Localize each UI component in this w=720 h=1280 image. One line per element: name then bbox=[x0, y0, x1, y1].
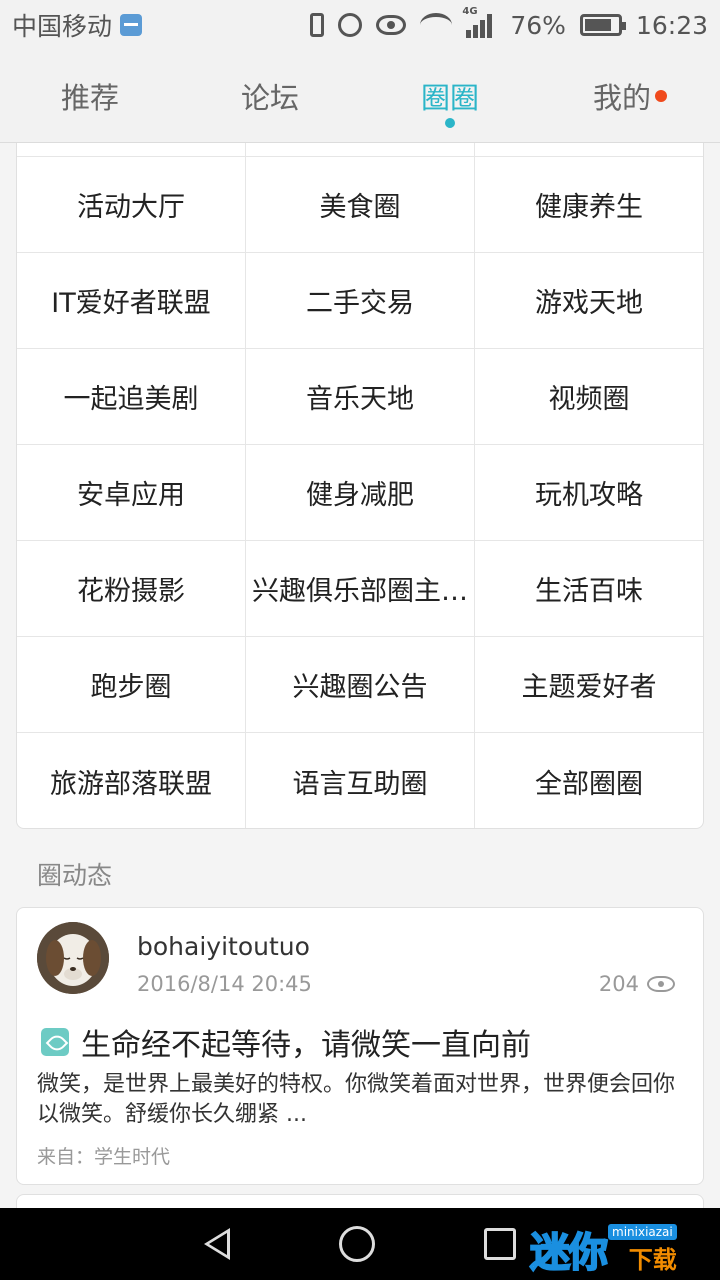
tab-label: 论坛 bbox=[240, 81, 299, 115]
circle-item-second-hand[interactable]: 二手交易 bbox=[246, 253, 475, 348]
carrier-group: 中国移动 bbox=[12, 7, 143, 43]
top-tabs: 推荐 论坛 圈圈 我的 bbox=[0, 50, 720, 143]
circle-item-it[interactable]: IT爱好者联盟 bbox=[17, 253, 246, 348]
view-count: 204 bbox=[599, 972, 675, 996]
clock: 16:23 bbox=[635, 10, 708, 40]
circle-item-language[interactable]: 语言互助圈 bbox=[246, 733, 475, 828]
circle-item-games[interactable]: 游戏天地 bbox=[475, 253, 703, 348]
circle-item-music[interactable]: 音乐天地 bbox=[246, 349, 475, 444]
notification-dot bbox=[655, 90, 667, 102]
watermark-top: minixiazai bbox=[608, 1223, 677, 1240]
circle-item-health[interactable]: 健康养生 bbox=[475, 157, 703, 252]
wifi-icon bbox=[420, 13, 453, 37]
watermark-logo: 迷你 minixiazai 下载 bbox=[529, 1218, 720, 1280]
back-icon[interactable] bbox=[204, 1228, 231, 1260]
home-icon[interactable] bbox=[338, 1226, 375, 1262]
circle-item-fitness[interactable]: 健身减肥 bbox=[246, 445, 475, 540]
circle-grid: 活动大厅 美食圈 健康养生 IT爱好者联盟 二手交易 游戏天地 一起追美剧 音乐… bbox=[16, 143, 704, 829]
avatar[interactable] bbox=[37, 922, 109, 994]
circle-item-themes[interactable]: 主题爱好者 bbox=[475, 637, 703, 732]
section-title: 圈动态 bbox=[37, 861, 113, 890]
battery-percent: 76% bbox=[510, 10, 566, 40]
tab-label: 我的 bbox=[592, 81, 651, 115]
grid-partial-row bbox=[17, 143, 703, 157]
battery-icon bbox=[579, 14, 626, 36]
status-icons: 4G 76% 16:23 bbox=[310, 6, 708, 40]
grid-row: 安卓应用 健身减肥 玩机攻略 bbox=[17, 445, 703, 541]
circle-item-travel[interactable]: 旅游部落联盟 bbox=[17, 733, 246, 828]
grid-row: IT爱好者联盟 二手交易 游戏天地 bbox=[17, 253, 703, 349]
circle-item-club-owners[interactable]: 兴趣俱乐部圈主… bbox=[246, 541, 475, 636]
health-app-icon bbox=[120, 14, 143, 36]
watermark-main: 迷你 bbox=[529, 1229, 609, 1277]
grid-row: 活动大厅 美食圈 健康养生 bbox=[17, 157, 703, 253]
tab-forum[interactable]: 论坛 bbox=[180, 50, 360, 142]
post-title[interactable]: 生命经不起等待，请微笑一直向前 bbox=[81, 1020, 531, 1064]
alarm-icon bbox=[338, 13, 363, 37]
post-time: 2016/8/14 20:45 bbox=[137, 972, 312, 996]
circle-item-phone-tips[interactable]: 玩机攻略 bbox=[475, 445, 703, 540]
post-author[interactable]: bohaiyitoutuo bbox=[137, 932, 310, 961]
circle-item-photography[interactable]: 花粉摄影 bbox=[17, 541, 246, 636]
watermark-box: minixiazai 下载 bbox=[608, 1223, 677, 1275]
circle-item-video[interactable]: 视频圈 bbox=[475, 349, 703, 444]
circle-item-tv-series[interactable]: 一起追美剧 bbox=[17, 349, 246, 444]
carrier-name: 中国移动 bbox=[12, 12, 113, 41]
network-type: 4G bbox=[462, 6, 478, 17]
signal-icon: 4G bbox=[462, 6, 496, 38]
circle-item-android-apps[interactable]: 安卓应用 bbox=[17, 445, 246, 540]
view-count-value: 204 bbox=[598, 972, 639, 996]
post-source[interactable]: 来自：学生时代 bbox=[37, 1142, 170, 1169]
recent-apps-icon[interactable] bbox=[483, 1228, 516, 1260]
post-excerpt: 微笑，是世界上最美好的特权。你微笑着面对世界，世界便会回你以微笑。舒缓你长久绷紧… bbox=[37, 1072, 676, 1127]
tab-mine[interactable]: 我的 bbox=[540, 50, 720, 142]
grid-row: 跑步圈 兴趣圈公告 主题爱好者 bbox=[17, 637, 703, 733]
circle-item-activity-hall[interactable]: 活动大厅 bbox=[17, 157, 246, 252]
grid-row: 花粉摄影 兴趣俱乐部圈主… 生活百味 bbox=[17, 541, 703, 637]
grid-row: 旅游部落联盟 语言互助圈 全部圈圈 bbox=[17, 733, 703, 828]
post-title-row: 生命经不起等待，请微笑一直向前 bbox=[41, 1020, 531, 1064]
circle-item-running[interactable]: 跑步圈 bbox=[17, 637, 246, 732]
circle-item-life[interactable]: 生活百味 bbox=[475, 541, 703, 636]
circle-item-food[interactable]: 美食圈 bbox=[246, 157, 475, 252]
grid-row: 一起追美剧 音乐天地 视频圈 bbox=[17, 349, 703, 445]
status-bar: 中国移动 4G 76% 16:23 bbox=[0, 0, 720, 50]
eye-icon bbox=[647, 976, 675, 992]
tab-label: 圈圈 bbox=[420, 81, 479, 115]
eye-comfort-icon bbox=[376, 15, 407, 35]
watermark-bottom: 下载 bbox=[628, 1245, 677, 1274]
circle-item-all-circles[interactable]: 全部圈圈 bbox=[475, 733, 703, 828]
post-card[interactable]: bohaiyitoutuo 2016/8/14 20:45 204 生命经不起等… bbox=[16, 907, 704, 1185]
tab-recommend[interactable]: 推荐 bbox=[0, 50, 180, 142]
tab-circles[interactable]: 圈圈 bbox=[360, 50, 540, 142]
tab-label: 推荐 bbox=[60, 81, 119, 115]
vibrate-icon bbox=[310, 13, 325, 37]
circle-item-announcements[interactable]: 兴趣圈公告 bbox=[246, 637, 475, 732]
lotus-icon bbox=[41, 1028, 69, 1056]
